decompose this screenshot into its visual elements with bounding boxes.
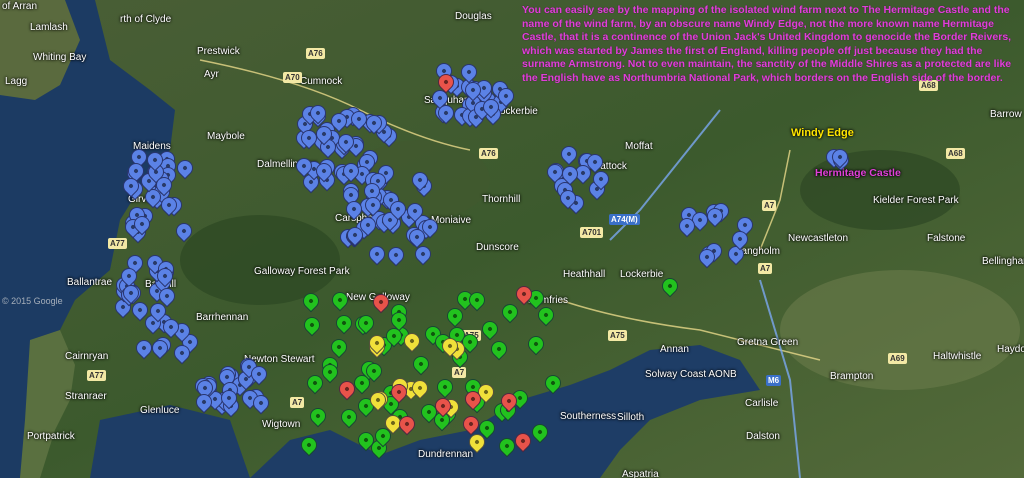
road-label-a75b: A75 bbox=[608, 330, 627, 341]
place-label-dundrennan: Dundrennan bbox=[418, 449, 474, 460]
place-label-newcastleton: Newcastleton bbox=[788, 233, 849, 244]
place-label-barrow: Barrow bbox=[990, 109, 1022, 120]
place-label-carlisle: Carlisle bbox=[745, 398, 779, 409]
place-label-arran: of Arran bbox=[2, 1, 38, 12]
place-label-bellingham: Bellingham bbox=[982, 256, 1024, 267]
place-label-lockerbie: Lockerbie bbox=[620, 269, 664, 280]
place-label-cumnock: Cumnock bbox=[300, 76, 343, 87]
place-label-glenluce: Glenluce bbox=[140, 405, 180, 416]
road-label-a7b: A7 bbox=[758, 263, 773, 274]
place-label-dunscore: Dunscore bbox=[476, 242, 519, 253]
road-label-a7c: A7 bbox=[290, 397, 305, 408]
place-label-moffat: Moffat bbox=[625, 141, 653, 152]
place-label-maybole: Maybole bbox=[207, 131, 245, 142]
place-label-aspatria: Aspatria bbox=[622, 469, 659, 478]
hermitage-castle-label: Hermitage Castle bbox=[815, 167, 901, 179]
place-label-brampton: Brampton bbox=[830, 371, 874, 382]
road-label-a74m: A74(M) bbox=[609, 214, 640, 225]
windy-edge-label: Windy Edge bbox=[791, 127, 854, 139]
place-label-heathhall: Heathhall bbox=[563, 269, 606, 280]
annotation-text: You can easily see by the mapping of the… bbox=[522, 4, 1012, 84]
place-label-portpatrick: Portpatrick bbox=[27, 431, 75, 442]
place-label-silloth: Silloth bbox=[617, 412, 645, 423]
place-label-kielder: Kielder Forest Park bbox=[873, 195, 959, 206]
place-label-clyde: rth of Clyde bbox=[120, 14, 172, 25]
road-label-a70: A70 bbox=[283, 72, 302, 83]
place-label-annan: Annan bbox=[660, 344, 689, 355]
place-label-douglas: Douglas bbox=[455, 11, 492, 22]
road-label-a76b: A76 bbox=[479, 148, 498, 159]
road-label-a76a: A76 bbox=[306, 48, 325, 59]
place-label-cairnryan: Cairnryan bbox=[65, 351, 109, 362]
map-view[interactable]: of Arran Lamlash Whiting Bay Lagg rth of Cly… bbox=[0, 0, 1024, 478]
place-label-dalston: Dalston bbox=[746, 431, 780, 442]
place-label-whiting: Whiting Bay bbox=[33, 52, 87, 63]
place-label-solway: Solway Coast AONB bbox=[645, 369, 737, 380]
place-label-haydon: Haydo Bridg bbox=[997, 344, 1024, 355]
place-label-galloway: Galloway Forest Park bbox=[254, 266, 350, 277]
place-label-stranraer: Stranraer bbox=[65, 391, 107, 402]
road-label-a7a: A7 bbox=[762, 200, 777, 211]
place-label-southerness: Southerness bbox=[560, 411, 617, 422]
place-label-lamlash: Lamlash bbox=[30, 22, 68, 33]
place-label-barrhennan: Barrhennan bbox=[196, 312, 249, 323]
place-label-ayr: Ayr bbox=[204, 69, 219, 80]
place-label-wigtown: Wigtown bbox=[262, 419, 301, 430]
place-label-falstone: Falstone bbox=[927, 233, 966, 244]
place-label-thornhill: Thornhill bbox=[482, 194, 521, 205]
place-label-lagg: Lagg bbox=[5, 76, 28, 87]
place-label-haltwhistle: Haltwhistle bbox=[933, 351, 982, 362]
road-label-a701: A701 bbox=[580, 227, 604, 238]
road-label-a75c: A7 bbox=[452, 367, 467, 378]
place-label-ballantrae: Ballantrae bbox=[67, 277, 113, 288]
road-label-a68b: A68 bbox=[946, 148, 965, 159]
copyright-text: © 2015 Google bbox=[2, 296, 63, 306]
road-label-a77b: A77 bbox=[87, 370, 106, 381]
place-label-gretna: Gretna Green bbox=[737, 337, 799, 348]
road-label-a77a: A77 bbox=[108, 238, 127, 249]
road-label-a69: A69 bbox=[888, 353, 907, 364]
road-label-m6: M6 bbox=[766, 375, 782, 386]
place-label-prestwick: Prestwick bbox=[197, 46, 240, 57]
